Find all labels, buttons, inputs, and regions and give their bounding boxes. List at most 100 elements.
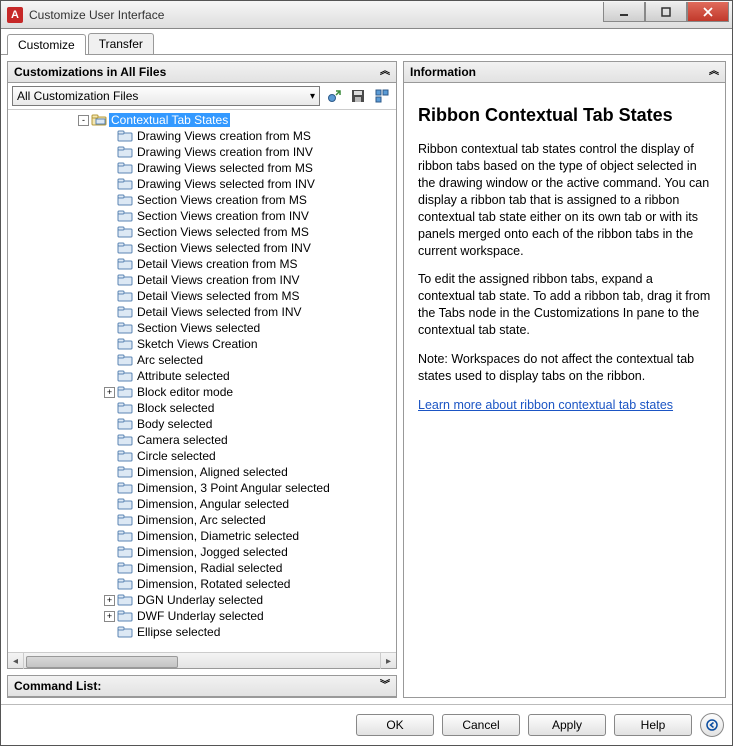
minimize-button[interactable] <box>603 2 645 22</box>
tab-state-icon <box>117 353 133 367</box>
tab-customize[interactable]: Customize <box>7 34 86 55</box>
tree-node[interactable]: Detail Views selected from MS <box>8 288 396 304</box>
tab-transfer[interactable]: Transfer <box>88 33 154 54</box>
tree-node-label: Dimension, Radial selected <box>135 561 284 575</box>
tree-node-label: Arc selected <box>135 353 205 367</box>
command-list-header[interactable]: Command List: ︾ <box>8 676 396 697</box>
tree-node[interactable]: Circle selected <box>8 448 396 464</box>
tree-node[interactable]: Camera selected <box>8 432 396 448</box>
expand-icon[interactable]: + <box>104 595 115 606</box>
tree-node[interactable]: Section Views creation from INV <box>8 208 396 224</box>
tree-node[interactable]: Dimension, Angular selected <box>8 496 396 512</box>
tab-state-icon <box>117 465 133 479</box>
tree-node[interactable]: Dimension, Rotated selected <box>8 576 396 592</box>
tree-node-label: Detail Views selected from INV <box>135 305 304 319</box>
titlebar: A Customize User Interface <box>1 1 732 29</box>
chevron-down-icon: ▾ <box>310 91 315 102</box>
save-button[interactable] <box>348 86 368 106</box>
tab-label: Transfer <box>99 37 143 51</box>
tree-node[interactable]: Drawing Views creation from MS <box>8 128 396 144</box>
tree-node-label: Dimension, Arc selected <box>135 513 268 527</box>
tree-node[interactable]: Dimension, Arc selected <box>8 512 396 528</box>
tab-label: Customize <box>18 38 75 52</box>
tree-node[interactable]: Dimension, Radial selected <box>8 560 396 576</box>
right-column: Information ︽ Ribbon Contextual Tab Stat… <box>403 61 726 698</box>
main-area: Customizations in All Files ︽ All Custom… <box>1 55 732 704</box>
tree-node-label: Section Views creation from INV <box>135 209 311 223</box>
tree-node-label: Dimension, Aligned selected <box>135 465 290 479</box>
tab-state-icon <box>117 161 133 175</box>
customizations-tree[interactable]: -Contextual Tab StatesDrawing Views crea… <box>8 110 396 652</box>
tree-node[interactable]: Section Views selected <box>8 320 396 336</box>
window-title: Customize User Interface <box>29 8 603 22</box>
cancel-button[interactable]: Cancel <box>442 714 520 736</box>
expand-icon[interactable]: + <box>104 387 115 398</box>
tree-node[interactable]: Section Views selected from INV <box>8 240 396 256</box>
tree-node[interactable]: Section Views selected from MS <box>8 224 396 240</box>
tree-node[interactable]: Body selected <box>8 416 396 432</box>
maximize-button[interactable] <box>645 2 687 22</box>
tab-state-icon <box>117 129 133 143</box>
tree-node[interactable]: Detail Views selected from INV <box>8 304 396 320</box>
tree-node[interactable]: Section Views creation from MS <box>8 192 396 208</box>
panel-title: Customizations in All Files <box>14 65 166 79</box>
tree-node[interactable]: Attribute selected <box>8 368 396 384</box>
tree-node-label: Dimension, 3 Point Angular selected <box>135 481 332 495</box>
scroll-right-icon[interactable]: ▸ <box>380 653 396 669</box>
tree-node[interactable]: Drawing Views creation from INV <box>8 144 396 160</box>
tree-horizontal-scrollbar[interactable]: ◂ ▸ <box>8 652 396 668</box>
collapse-icon[interactable]: - <box>78 115 89 126</box>
customizations-panel-header[interactable]: Customizations in All Files ︽ <box>8 62 396 83</box>
info-paragraph: To edit the assigned ribbon tabs, expand… <box>418 271 711 339</box>
tree-node[interactable]: Drawing Views selected from INV <box>8 176 396 192</box>
tree-node[interactable]: Detail Views creation from MS <box>8 256 396 272</box>
tree-node-label: Section Views selected <box>135 321 262 335</box>
information-panel: Information ︽ Ribbon Contextual Tab Stat… <box>403 61 726 698</box>
load-partial-button[interactable] <box>324 86 344 106</box>
learn-more-link[interactable]: Learn more about ribbon contextual tab s… <box>418 398 673 412</box>
tree-node[interactable]: Detail Views creation from INV <box>8 272 396 288</box>
tree-node[interactable]: Ellipse selected <box>8 624 396 640</box>
information-panel-header[interactable]: Information ︽ <box>404 62 725 83</box>
tree-node[interactable]: Dimension, Jogged selected <box>8 544 396 560</box>
tree-node-label: Block editor mode <box>135 385 235 399</box>
collapse-icon: ︽ <box>709 67 719 77</box>
tree-node[interactable]: Sketch Views Creation <box>8 336 396 352</box>
scroll-left-icon[interactable]: ◂ <box>8 653 24 669</box>
tree-node[interactable]: +DWF Underlay selected <box>8 608 396 624</box>
main-tabs: Customize Transfer <box>1 29 732 55</box>
tree-node-label: Block selected <box>135 401 216 415</box>
tab-state-icon <box>117 625 133 639</box>
ok-button[interactable]: OK <box>356 714 434 736</box>
tree-node[interactable]: Dimension, 3 Point Angular selected <box>8 480 396 496</box>
info-heading: Ribbon Contextual Tab States <box>418 103 711 127</box>
tab-state-icon <box>117 561 133 575</box>
tree-node[interactable]: Block selected <box>8 400 396 416</box>
display-filter-button[interactable] <box>372 86 392 106</box>
tree-node[interactable]: Drawing Views selected from MS <box>8 160 396 176</box>
tree-node[interactable]: Dimension, Aligned selected <box>8 464 396 480</box>
help-button[interactable]: Help <box>614 714 692 736</box>
apply-button[interactable]: Apply <box>528 714 606 736</box>
tree-node-root[interactable]: -Contextual Tab States <box>8 112 396 128</box>
panel-title: Information <box>410 65 476 79</box>
customization-file-dropdown[interactable]: All Customization Files ▾ <box>12 86 320 106</box>
tree-node[interactable]: Arc selected <box>8 352 396 368</box>
tab-state-icon <box>117 577 133 591</box>
close-button[interactable] <box>687 2 729 22</box>
tree-node[interactable]: +DGN Underlay selected <box>8 592 396 608</box>
tree-node[interactable]: Dimension, Diametric selected <box>8 528 396 544</box>
expand-dialog-button[interactable] <box>700 713 724 737</box>
tree-node[interactable]: + Block editor mode <box>8 384 396 400</box>
tab-state-icon <box>117 417 133 431</box>
tree-node-label: Ellipse selected <box>135 625 222 639</box>
expand-icon: ︾ <box>380 681 390 691</box>
tree-node-label: Dimension, Rotated selected <box>135 577 292 591</box>
tab-state-icon <box>117 369 133 383</box>
expand-icon[interactable]: + <box>104 611 115 622</box>
window-controls <box>603 7 732 22</box>
tab-state-icon <box>117 257 133 271</box>
app-icon: A <box>7 7 23 23</box>
tree-node-label: Drawing Views creation from MS <box>135 129 313 143</box>
tab-state-icon <box>117 177 133 191</box>
